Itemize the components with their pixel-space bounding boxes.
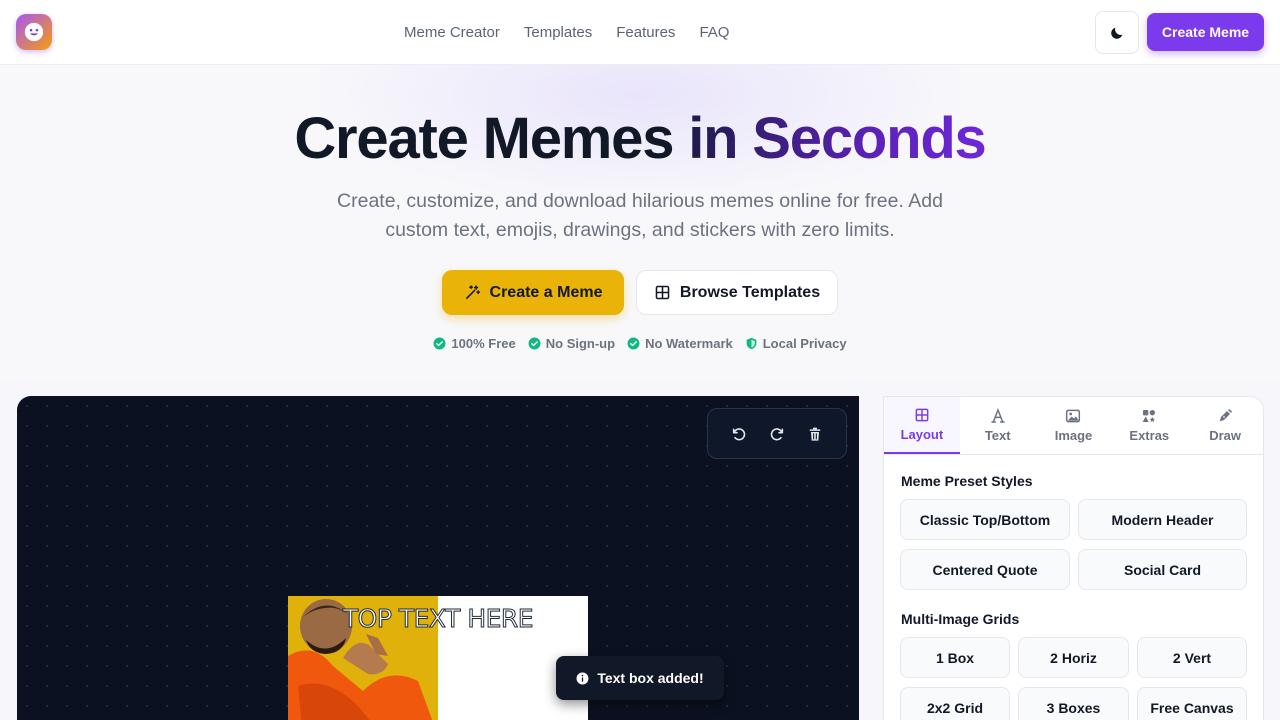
tab-draw-label: Draw: [1209, 428, 1241, 443]
preset-styles-heading: Meme Preset Styles: [901, 473, 1033, 489]
undo-button[interactable]: [727, 422, 751, 446]
badge-no-signup-label: No Sign-up: [545, 336, 616, 351]
redo-button[interactable]: [765, 422, 789, 446]
top-navbar: Meme Creator Templates Features FAQ Crea…: [0, 0, 1280, 65]
hero-title-part1: Create Memes: [294, 106, 674, 171]
badge-free: 100% Free: [433, 336, 516, 351]
badge-no-watermark: No Watermark: [627, 336, 733, 351]
undo-icon: [732, 427, 746, 440]
shield-icon: [746, 337, 757, 350]
grid-icon: [655, 285, 670, 300]
create-meme-button[interactable]: Create Meme: [1147, 13, 1264, 51]
create-a-meme-button[interactable]: Create a Meme: [442, 270, 624, 315]
grid-1-box[interactable]: 1 Box: [900, 637, 1010, 678]
nav-link-faq[interactable]: FAQ: [699, 24, 729, 41]
check-circle-icon: [433, 337, 446, 350]
badge-local-privacy: Local Privacy: [745, 336, 847, 351]
preset-modern-header[interactable]: Modern Header: [1078, 499, 1247, 540]
badge-free-label: 100% Free: [451, 336, 516, 351]
trash-icon: [809, 427, 821, 441]
tab-layout[interactable]: Layout: [884, 397, 960, 454]
check-circle-icon: [627, 337, 640, 350]
panel-tabs: Layout Text Image Extras Draw: [884, 397, 1263, 455]
grid-free-canvas[interactable]: Free Canvas: [1137, 687, 1247, 720]
text-icon: [990, 408, 1005, 423]
grid-3-boxes[interactable]: 3 Boxes: [1018, 687, 1129, 720]
browse-templates-button[interactable]: Browse Templates: [636, 270, 838, 315]
meme-top-text[interactable]: TOP TEXT HERE: [288, 604, 588, 634]
meme-canvas-area[interactable]: TOP TEXT HERE Text box added!: [17, 396, 859, 720]
meme-preview[interactable]: TOP TEXT HERE: [288, 596, 588, 720]
badge-no-watermark-label: No Watermark: [645, 336, 733, 351]
create-a-meme-label: Create a Meme: [489, 283, 603, 301]
image-icon: [1066, 409, 1081, 423]
hero-title: Create Memes in Seconds: [0, 105, 1280, 172]
hero-title-part2: in Seconds: [688, 106, 987, 171]
browse-templates-label: Browse Templates: [679, 283, 821, 301]
preset-social-card[interactable]: Social Card: [1078, 549, 1247, 590]
preset-centered-quote[interactable]: Centered Quote: [900, 549, 1070, 590]
nav-link-meme-creator[interactable]: Meme Creator: [404, 24, 500, 41]
canvas-toolbar: [707, 408, 847, 459]
app-logo[interactable]: [16, 14, 52, 50]
info-icon: [576, 672, 589, 684]
tab-draw[interactable]: Draw: [1187, 397, 1263, 454]
shapes-icon: [1142, 410, 1156, 422]
grid-2-horiz[interactable]: 2 Horiz: [1018, 637, 1129, 678]
check-circle-icon: [528, 337, 541, 350]
multi-image-grids-heading: Multi-Image Grids: [901, 611, 1020, 627]
toast-notification: Text box added!: [556, 656, 724, 700]
badge-no-signup: No Sign-up: [528, 336, 615, 351]
tab-extras-label: Extras: [1129, 428, 1170, 443]
tab-image[interactable]: Image: [1036, 397, 1112, 454]
moon-icon: [1111, 27, 1123, 39]
tab-image-label: Image: [1054, 428, 1093, 443]
nav-link-templates[interactable]: Templates: [524, 24, 592, 41]
layout-icon: [915, 408, 929, 422]
redo-icon: [770, 427, 784, 440]
grid-2x2[interactable]: 2x2 Grid: [900, 687, 1010, 720]
hero-subtitle: Create, customize, and download hilariou…: [337, 190, 943, 241]
theme-toggle-button[interactable]: [1095, 11, 1139, 54]
tab-text-label: Text: [984, 428, 1011, 443]
main-nav: Meme Creator Templates Features FAQ: [404, 0, 729, 64]
preset-classic-top-bottom[interactable]: Classic Top/Bottom: [900, 499, 1070, 540]
feature-badges: 100% Free No Sign-up No Watermark Local …: [0, 336, 1280, 351]
magic-wand-icon: [465, 285, 480, 299]
smiley-face-icon: [24, 22, 44, 42]
editor-side-panel: Layout Text Image Extras Draw Meme Prese…: [883, 396, 1264, 720]
badge-local-privacy-label: Local Privacy: [762, 336, 847, 351]
grid-2-vert[interactable]: 2 Vert: [1137, 637, 1247, 678]
toast-message: Text box added!: [597, 670, 704, 686]
tab-layout-label: Layout: [900, 427, 944, 442]
delete-button[interactable]: [803, 422, 827, 446]
nav-link-features[interactable]: Features: [616, 24, 675, 41]
tab-text[interactable]: Text: [960, 397, 1036, 454]
pen-icon: [1219, 409, 1233, 422]
hero-section: Create Memes in Seconds Create, customiz…: [0, 65, 1280, 380]
tab-extras[interactable]: Extras: [1111, 397, 1187, 454]
